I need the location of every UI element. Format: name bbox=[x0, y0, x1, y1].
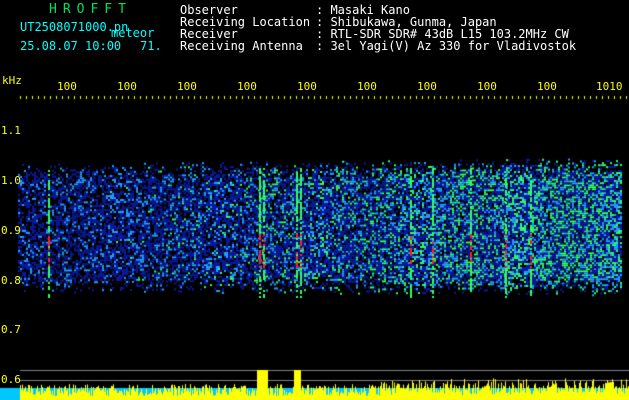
y-tick-label: 0.6 bbox=[1, 373, 21, 386]
antenna-value: : 3el Yagi(V) Az 330 for Vladivostok bbox=[316, 39, 577, 53]
x-tick-label: 1010 bbox=[596, 80, 623, 93]
x-tick-label: 100 bbox=[477, 80, 497, 93]
x-tick-label: 100 bbox=[117, 80, 137, 93]
x-tick-label: 100 bbox=[237, 80, 257, 93]
x-tick-label: 100 bbox=[357, 80, 377, 93]
axis-unit-label: kHz bbox=[2, 74, 22, 87]
y-tick-label: 0.9 bbox=[1, 224, 21, 237]
antenna-label: Receiving Antenna bbox=[180, 39, 303, 53]
timestamp: 25.08.07 10:00 bbox=[20, 39, 122, 53]
x-tick-label: 100 bbox=[537, 80, 557, 93]
app-title: HROFFT bbox=[49, 2, 132, 17]
y-tick-label: 1.0 bbox=[1, 174, 21, 187]
x-tick-label: 100 bbox=[417, 80, 437, 93]
y-tick-label: 0.8 bbox=[1, 274, 21, 287]
spectrogram-canvas bbox=[0, 0, 629, 400]
x-tick-label: 100 bbox=[57, 80, 77, 93]
count-value: 71. bbox=[140, 39, 162, 53]
file-label: meteor bbox=[111, 26, 155, 40]
x-tick-label: 100 bbox=[297, 80, 317, 93]
y-tick-label: 1.1 bbox=[1, 124, 21, 137]
x-tick-label: 100 bbox=[177, 80, 197, 93]
y-tick-label: 0.7 bbox=[1, 323, 21, 336]
